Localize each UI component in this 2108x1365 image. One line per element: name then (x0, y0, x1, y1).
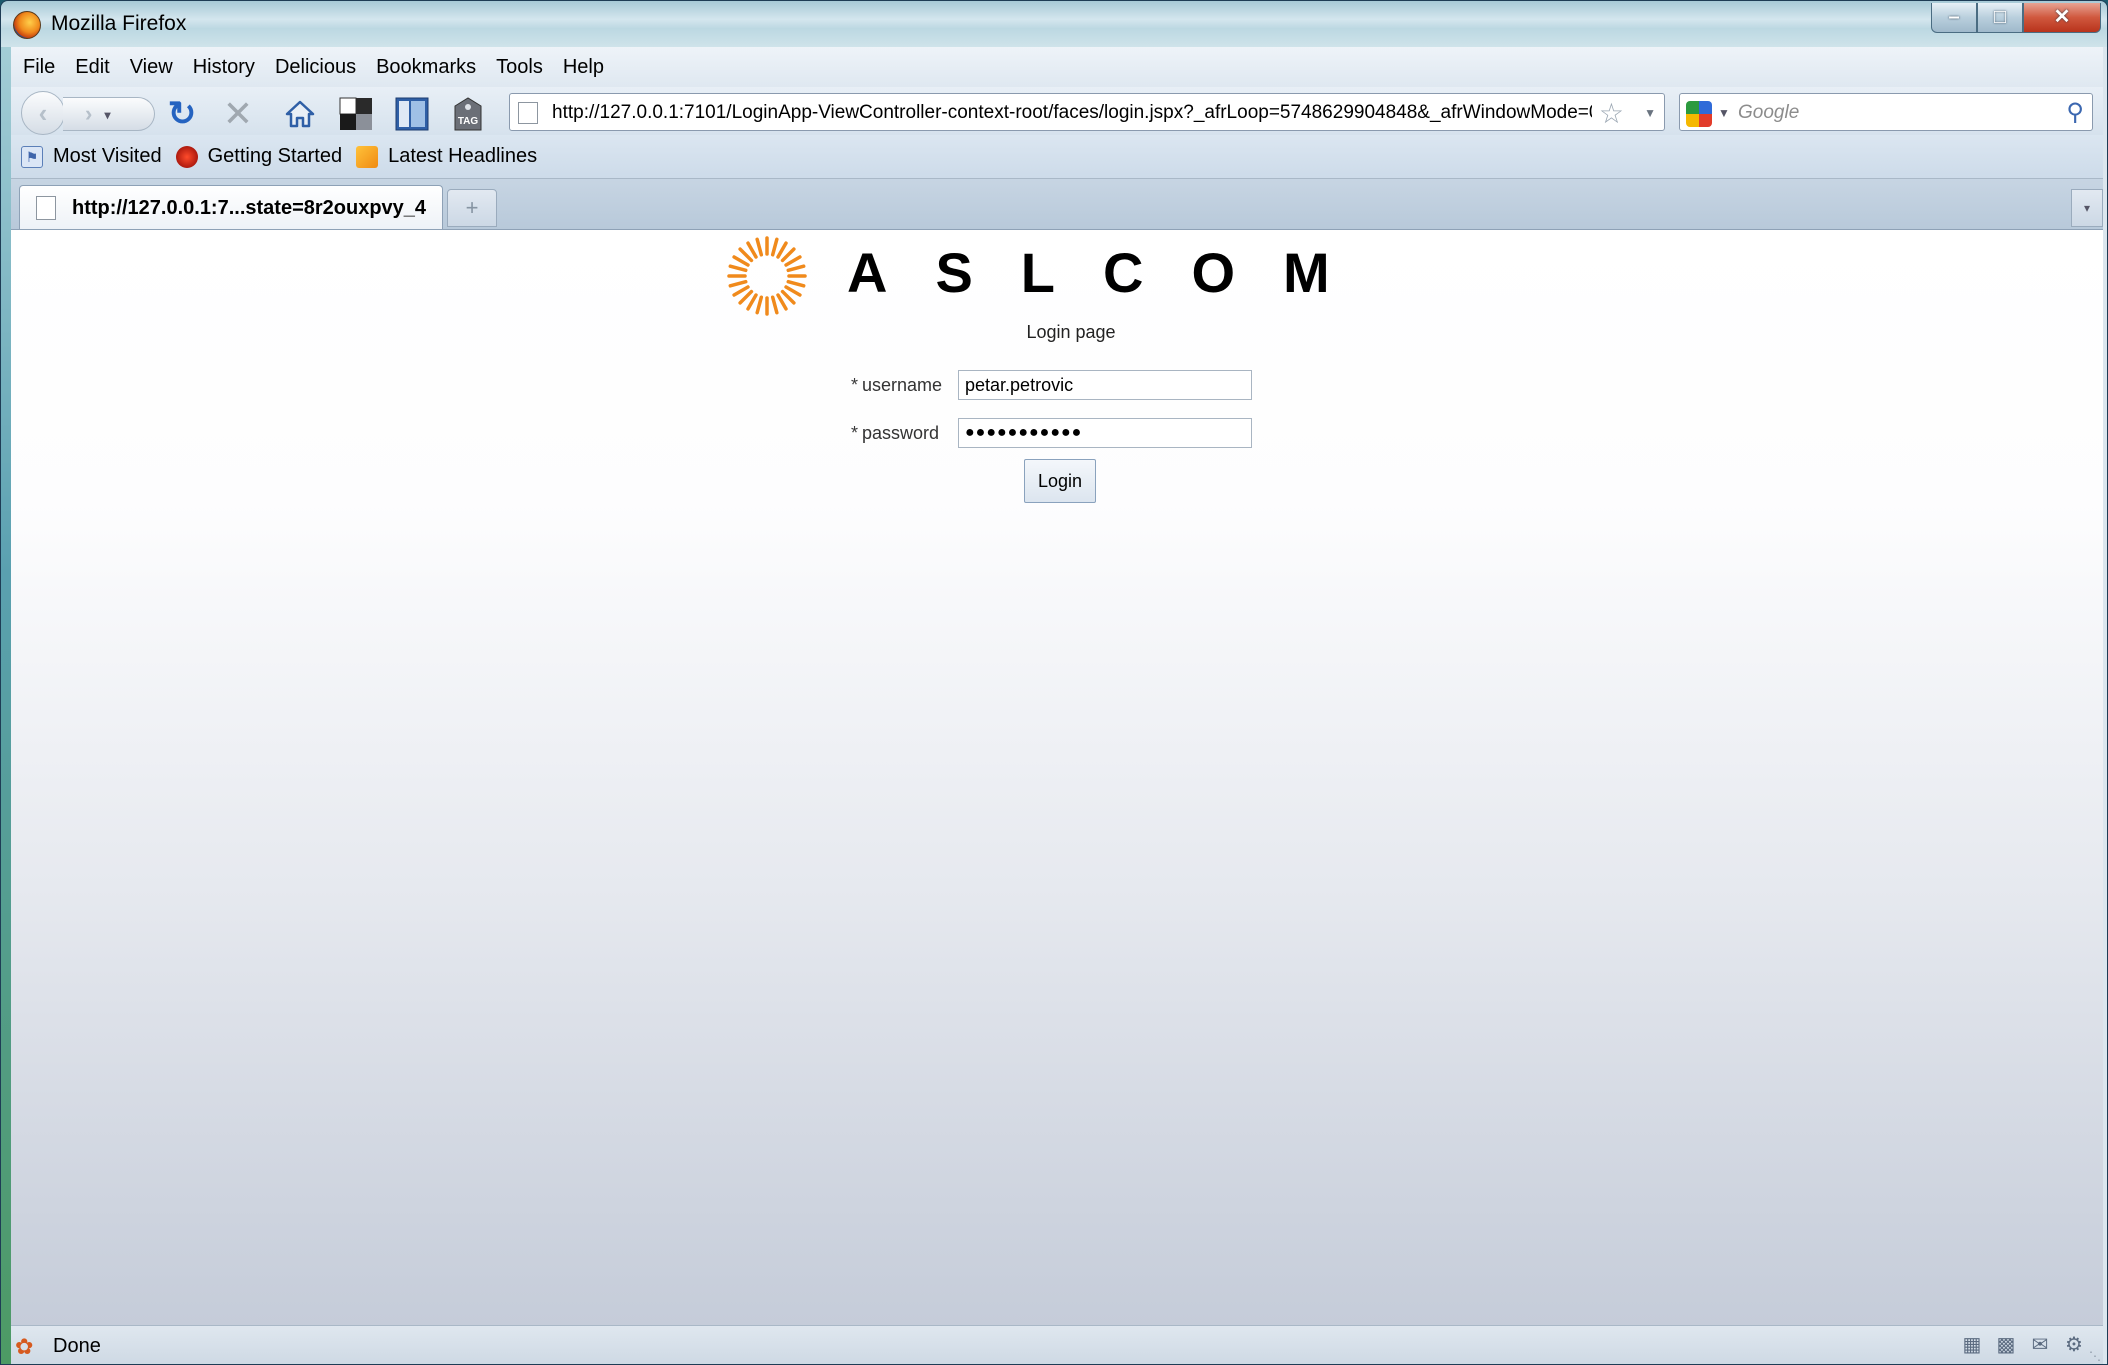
tag-icon[interactable]: TAG (449, 95, 487, 133)
delicious-status-icon[interactable]: ▦ (1959, 1332, 1985, 1358)
delicious-icon[interactable] (337, 95, 375, 133)
history-dropdown-icon[interactable]: ▾ (104, 108, 110, 122)
search-engine-icon[interactable] (1686, 101, 1712, 127)
getting-started-icon (175, 145, 198, 168)
sun-ray (728, 264, 748, 273)
url-bar[interactable]: http://127.0.0.1:7101/LoginApp-ViewContr… (509, 93, 1665, 131)
sun-ray (784, 255, 802, 267)
rss-icon (356, 145, 379, 168)
aslcom-logo: ASLCOM (725, 230, 1425, 316)
menu-help[interactable]: Help (563, 56, 604, 79)
bookmark-label: Most Visited (53, 145, 162, 167)
username-field[interactable] (958, 370, 1253, 400)
forward-arrow-icon: › (85, 101, 93, 126)
menu-history[interactable]: History (193, 56, 255, 79)
bookmark-label: Getting Started (207, 145, 343, 167)
title-bar[interactable]: Mozilla Firefox – □ ✕ (1, 1, 2107, 47)
bookmark-star-icon[interactable]: ☆ (1599, 97, 1624, 130)
minimize-button[interactable]: – (1931, 3, 1977, 33)
sun-ray (732, 255, 750, 267)
sun-ray (746, 241, 758, 259)
sun-ray (786, 264, 806, 273)
sun-ray (776, 241, 788, 259)
sun-ray (746, 293, 758, 311)
login-button[interactable]: Login (1024, 459, 1096, 503)
password-row: * password (851, 418, 1253, 448)
mail-icon[interactable]: ✉ (2027, 1332, 2053, 1358)
username-label: username (862, 374, 943, 395)
search-input[interactable] (1738, 99, 2058, 127)
sun-ray (786, 279, 806, 288)
firefox-icon (13, 11, 41, 39)
menu-bookmarks[interactable]: Bookmarks (376, 56, 476, 79)
page-icon (518, 102, 538, 124)
sun-ray (738, 247, 754, 263)
menu-delicious[interactable]: Delicious (275, 56, 356, 79)
home-icon[interactable] (281, 95, 319, 133)
window-controls: – □ ✕ (1931, 3, 2101, 33)
required-marker: * (851, 374, 859, 395)
bookmark-label: Latest Headlines (388, 145, 538, 167)
status-tray: ▦ ▩ ✉ ⚙ (1951, 1332, 2087, 1358)
menu-file[interactable]: File (23, 56, 55, 79)
bookmark-most-visited[interactable]: ⚑ Most Visited (21, 145, 162, 168)
window-frame-edge (1, 47, 11, 1364)
resize-grip-icon[interactable]: ⋱ (2089, 1349, 2101, 1363)
most-visited-icon: ⚑ (21, 145, 43, 168)
menu-tools[interactable]: Tools (496, 56, 543, 79)
menu-view[interactable]: View (130, 56, 173, 79)
tab-active[interactable]: http://127.0.0.1:7...state=8r2ouxpvy_4 (19, 185, 443, 229)
logo-text: ASLCOM (847, 241, 1378, 304)
sun-icon (727, 236, 807, 316)
sun-ray (732, 285, 750, 297)
sun-ray (780, 289, 796, 305)
sun-ray (770, 295, 779, 315)
password-field[interactable] (958, 418, 1253, 448)
sun-ray (728, 279, 748, 288)
maximize-button[interactable]: □ (1977, 3, 2023, 33)
sun-ray (755, 295, 764, 315)
sun-ray (780, 247, 796, 263)
search-bar[interactable]: ▼ ⚲ (1679, 93, 2093, 131)
bookmark-getting-started[interactable]: Getting Started (175, 145, 343, 168)
grid-icon[interactable]: ▩ (1993, 1332, 2019, 1358)
svg-text:TAG: TAG (458, 116, 479, 127)
back-button[interactable]: ‹ (21, 91, 65, 135)
menu-bar: File Edit View History Delicious Bookmar… (11, 47, 2103, 87)
status-bar: ✿ Done ▦ ▩ ✉ ⚙ ⋱ (11, 1325, 2103, 1364)
gear-icon[interactable]: ⚙ (2061, 1332, 2087, 1358)
forward-button[interactable]: › ▾ (63, 97, 155, 131)
list-all-tabs-button[interactable]: ▾ (2071, 189, 2103, 227)
username-row: * username (851, 370, 1253, 400)
window-title: Mozilla Firefox (51, 12, 187, 35)
sun-ray (784, 285, 802, 297)
tab-strip: http://127.0.0.1:7...state=8r2ouxpvy_4 +… (11, 179, 2103, 229)
navigation-toolbar: ‹ › ▾ ↻ ✕ TAG http://127.0.0.1:7101/Logi… (11, 87, 2103, 135)
engine-dropdown-icon[interactable]: ▼ (1718, 106, 1730, 120)
page-icon (36, 196, 56, 220)
new-tab-button[interactable]: + (447, 189, 497, 227)
bookmarks-toolbar: ⚑ Most Visited Getting Started Latest He… (11, 135, 2103, 179)
sun-ray (755, 237, 764, 257)
tab-title: http://127.0.0.1:7...state=8r2ouxpvy_4 (72, 197, 427, 219)
firebug-icon[interactable]: ✿ (15, 1334, 41, 1359)
url-text[interactable]: http://127.0.0.1:7101/LoginApp-ViewContr… (552, 102, 1592, 124)
sun-ray (770, 237, 779, 257)
page-heading: Login page (1026, 322, 1116, 342)
search-icon[interactable]: ⚲ (2066, 98, 2084, 127)
password-label: password (862, 422, 940, 443)
sun-ray (776, 293, 788, 311)
reload-icon[interactable]: ↻ (163, 95, 201, 133)
sun-ray (738, 289, 754, 305)
browser-window: Mozilla Firefox – □ ✕ File Edit View His… (0, 0, 2108, 1365)
menu-edit[interactable]: Edit (75, 56, 109, 79)
required-marker: * (851, 422, 859, 443)
bookmark-latest-headlines[interactable]: Latest Headlines (356, 145, 537, 168)
page-content: ASLCOM Login page * username * password … (11, 229, 2103, 1325)
status-text: Done (53, 1335, 101, 1357)
close-button[interactable]: ✕ (2023, 3, 2101, 33)
stop-icon[interactable]: ✕ (219, 93, 257, 134)
sidebar-toggle-icon[interactable] (393, 95, 431, 133)
url-dropdown-icon[interactable]: ▼ (1644, 106, 1656, 120)
